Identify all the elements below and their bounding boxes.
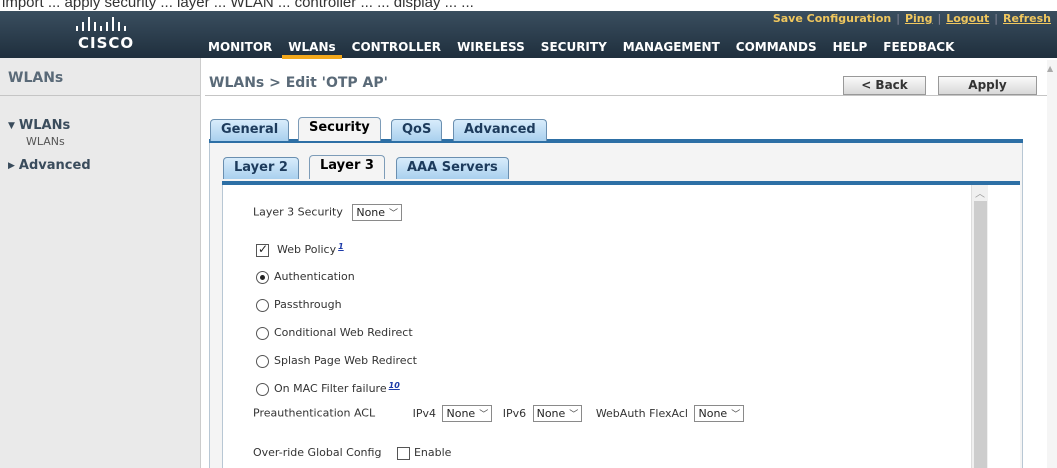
subtab-layer2[interactable]: Layer 2 [223, 157, 299, 179]
override-global-config-row: Over-ride Global Config Enable [253, 446, 451, 460]
scrollbar-thumb[interactable] [974, 201, 987, 468]
layer3-security-value: None [356, 206, 386, 219]
ipv4-label: IPv4 [412, 406, 436, 420]
authentication-radio[interactable] [256, 270, 269, 284]
left-sidebar: WLANs ▼ WLANs WLANs ▶ Advanced [0, 58, 201, 468]
chevron-down-icon: ﹀ [479, 410, 489, 420]
top-header: CISCO Save Configuration | Ping | Logout | Ref… [0, 11, 1057, 59]
panel-scrollbar[interactable]: ︿ [971, 185, 988, 468]
ping-link[interactable]: Ping [905, 12, 933, 25]
sidebar-item-wlans[interactable]: ▼ WLANs [8, 118, 70, 133]
radio-splash-redirect-row: Splash Page Web Redirect [256, 354, 417, 368]
tab-security[interactable]: Security [298, 117, 381, 141]
on-mac-filter-failure-radio[interactable] [256, 382, 269, 396]
page-title: WLANs > Edit 'OTP AP' [209, 75, 388, 91]
ipv6-acl-value: None [536, 407, 566, 420]
sidebar-title: WLANs [8, 70, 64, 86]
radio-mac-filter-row: On MAC Filter failure 10 [256, 381, 400, 396]
title-divider [205, 95, 1057, 96]
scroll-up-arrow-icon: ▲ [1047, 64, 1054, 73]
page-scrollbar[interactable]: ▲ [1047, 60, 1057, 468]
conditional-web-redirect-label: Conditional Web Redirect [274, 326, 413, 339]
sidebar-item-advanced[interactable]: ▶ Advanced [8, 158, 91, 173]
cisco-logo: CISCO [72, 17, 136, 53]
main-menu: MONITOR WLANs CONTROLLER WIRELESS SECURITY MA… [202, 38, 964, 59]
web-policy-row: Web Policy1 [256, 242, 344, 257]
preauth-acl-row: Preauthentication ACL IPv4 None ﹀ IPv6 No… [253, 405, 745, 422]
sidebar-item-label: Advanced [18, 158, 91, 173]
subtab-aaa-servers[interactable]: AAA Servers [396, 157, 509, 179]
mac-filter-footnote-link[interactable]: 10 [389, 381, 400, 390]
web-policy-checkbox[interactable] [256, 242, 269, 257]
radio-passthrough-row: Passthrough [256, 298, 342, 312]
on-mac-filter-failure-label: On MAC Filter failure [274, 382, 387, 395]
passthrough-radio[interactable] [256, 298, 269, 312]
cropped-caption-text: import ... apply security ... layer ... … [2, 0, 474, 11]
tab-general[interactable]: General [210, 119, 290, 141]
expanded-triangle-icon: ▼ [8, 121, 15, 131]
menu-security[interactable]: SECURITY [535, 38, 613, 58]
cisco-logo-bars-icon [76, 17, 132, 31]
cisco-logo-text: CISCO [78, 34, 135, 52]
menu-management[interactable]: MANAGEMENT [617, 38, 726, 58]
back-button[interactable]: < Back [843, 76, 926, 95]
menu-help[interactable]: HELP [827, 38, 874, 58]
tab-advanced[interactable]: Advanced [453, 119, 547, 141]
apply-button[interactable]: Apply [938, 76, 1037, 95]
override-enable-label: Enable [413, 446, 452, 459]
menu-wlans[interactable]: WLANs [282, 38, 343, 59]
chevron-down-icon: ﹀ [731, 410, 741, 420]
menu-controller[interactable]: CONTROLLER [346, 38, 447, 58]
ipv4-acl-select[interactable]: None ﹀ [442, 405, 493, 422]
splash-page-web-redirect-label: Splash Page Web Redirect [274, 354, 417, 367]
sidebar-divider [0, 95, 200, 96]
override-enable-checkbox[interactable] [396, 446, 410, 460]
menu-monitor[interactable]: MONITOR [202, 38, 278, 58]
web-policy-label: Web Policy [277, 243, 337, 256]
webauth-flexacl-label: WebAuth FlexAcl [595, 406, 688, 420]
ipv6-acl-select[interactable]: None ﹀ [532, 405, 583, 422]
webauth-flexacl-value: None [698, 407, 728, 420]
cropped-caption-strip: import ... apply security ... layer ... … [0, 0, 1057, 11]
chevron-down-icon: ﹀ [389, 209, 399, 219]
layer3-security-label: Layer 3 Security [253, 205, 343, 219]
save-configuration-link[interactable]: Save Configuration [773, 12, 891, 25]
chevron-down-icon: ﹀ [569, 410, 579, 420]
webauth-flexacl-select[interactable]: None ﹀ [694, 405, 745, 422]
menu-commands[interactable]: COMMANDS [730, 38, 823, 58]
collapsed-triangle-icon: ▶ [8, 161, 15, 171]
splash-page-web-redirect-radio[interactable] [256, 354, 269, 368]
passthrough-label: Passthrough [274, 298, 342, 311]
menu-wireless[interactable]: WIRELESS [451, 38, 531, 58]
scroll-up-chevron-icon: ︿ [975, 189, 985, 200]
menu-feedback[interactable]: FEEDBACK [877, 38, 960, 58]
ipv6-label: IPv6 [502, 406, 527, 420]
override-global-config-label: Over-ride Global Config [253, 446, 382, 459]
sidebar-item-label: WLANs [18, 118, 71, 133]
sidebar-subitem-wlans[interactable]: WLANs [26, 135, 65, 148]
web-policy-footnote-link[interactable]: 1 [338, 242, 344, 251]
authentication-label: Authentication [274, 270, 355, 283]
layer3-security-select[interactable]: None ﹀ [352, 204, 403, 221]
utility-links: Save Configuration | Ping | Logout | Refresh [772, 12, 1051, 25]
preauth-acl-label: Preauthentication ACL [253, 406, 376, 420]
logout-link[interactable]: Logout [946, 12, 989, 25]
radio-authentication-row: Authentication [256, 270, 355, 284]
layer3-security-row: Layer 3 Security None ﹀ [253, 204, 403, 221]
subtab-bar-line [222, 181, 1020, 185]
tab-qos[interactable]: QoS [391, 119, 443, 141]
radio-conditional-redirect-row: Conditional Web Redirect [256, 326, 413, 340]
refresh-link[interactable]: Refresh [1003, 12, 1051, 25]
conditional-web-redirect-radio[interactable] [256, 326, 269, 340]
subtab-layer3[interactable]: Layer 3 [309, 155, 385, 179]
ipv4-acl-value: None [446, 407, 476, 420]
